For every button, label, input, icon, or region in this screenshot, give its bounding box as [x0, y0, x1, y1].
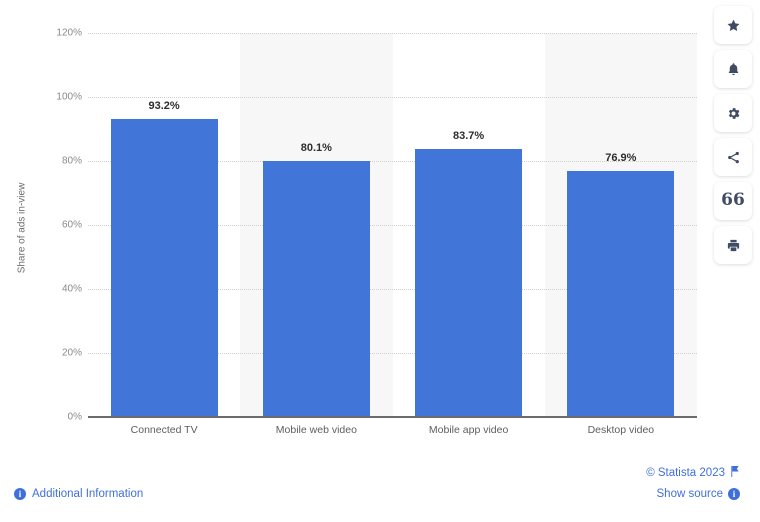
cite-button[interactable]: 66 — [714, 182, 752, 220]
x-tick-label: Mobile web video — [275, 424, 357, 436]
x-tick-label: Desktop video — [587, 424, 655, 436]
additional-information-label: Additional Information — [32, 488, 144, 500]
info-icon: i — [728, 488, 740, 500]
star-icon — [726, 18, 741, 33]
favorite-button[interactable] — [714, 6, 752, 44]
x-axis-line — [88, 416, 697, 418]
y-tick-label: 80% — [61, 155, 82, 167]
y-tick-label: 40% — [61, 283, 82, 295]
gear-icon — [726, 106, 741, 121]
settings-button[interactable] — [714, 94, 752, 132]
plot-area: 93.2% 80.1% 83.7% 76.9% — [88, 33, 697, 417]
info-icon: i — [14, 488, 26, 500]
bar-chart: Share of ads in-view 120% 100% 80% 60% 40% 20… — [0, 0, 706, 458]
print-button[interactable] — [714, 226, 752, 264]
bar[interactable] — [262, 160, 370, 417]
gridline — [88, 33, 697, 34]
copyright-label: © Statista 2023 — [646, 467, 725, 479]
show-source-label: Show source — [656, 488, 723, 500]
y-axis-ticks: 120% 100% 80% 60% 40% 20% 0% — [0, 0, 82, 458]
share-icon — [726, 150, 741, 165]
bar[interactable] — [415, 149, 523, 417]
bar-value-label: 76.9% — [605, 151, 637, 164]
copyright: © Statista 2023 — [646, 466, 740, 480]
quote-icon: 66 — [721, 189, 745, 210]
bar[interactable] — [567, 170, 675, 417]
y-tick-label: 0% — [67, 411, 82, 423]
chart-page: Share of ads in-view 120% 100% 80% 60% 40% 20… — [0, 0, 760, 522]
bar-value-label: 93.2% — [148, 99, 180, 112]
bar-value-label: 83.7% — [453, 130, 485, 143]
flag-icon — [730, 466, 740, 480]
show-source-link[interactable]: Show source i — [657, 488, 740, 500]
additional-information-link[interactable]: i Additional Information — [14, 488, 143, 500]
x-tick-label: Mobile app video — [428, 424, 509, 436]
bar[interactable] — [110, 118, 218, 417]
chart-footer: © Statista 2023 Show source i i Addition… — [0, 458, 760, 522]
bell-icon — [726, 62, 741, 77]
bar-value-label: 80.1% — [300, 141, 332, 154]
share-button[interactable] — [714, 138, 752, 176]
y-tick-label: 120% — [56, 27, 82, 39]
notify-button[interactable] — [714, 50, 752, 88]
y-tick-label: 100% — [56, 91, 82, 103]
action-toolbar[interactable]: 66 — [714, 6, 752, 264]
x-tick-label: Connected TV — [130, 424, 198, 436]
y-tick-label: 60% — [61, 219, 82, 231]
gridline — [88, 97, 697, 98]
y-tick-label: 20% — [61, 347, 82, 359]
print-icon — [726, 238, 741, 253]
